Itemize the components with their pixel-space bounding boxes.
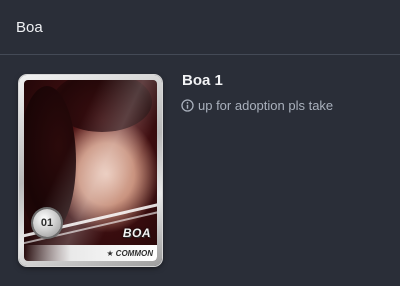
info-icon — [181, 99, 194, 112]
star-icon: ★ — [106, 248, 114, 258]
page-header: Boa — [0, 0, 400, 55]
card-description: up for adoption pls take — [181, 98, 333, 113]
card-rarity-label: COMMON — [115, 248, 153, 258]
idol-card[interactable]: 01 BOA ★ COMMON — [19, 75, 162, 266]
card-rarity-bar: ★ COMMON — [24, 245, 157, 261]
card-artwork: 01 BOA ★ COMMON — [24, 80, 157, 261]
page-title: Boa — [16, 19, 43, 36]
card-name-plate: BOA — [122, 226, 151, 240]
card-description-text: up for adoption pls take — [198, 98, 334, 113]
card-number-badge: 01 — [33, 209, 61, 237]
card-title: Boa 1 — [182, 72, 223, 89]
